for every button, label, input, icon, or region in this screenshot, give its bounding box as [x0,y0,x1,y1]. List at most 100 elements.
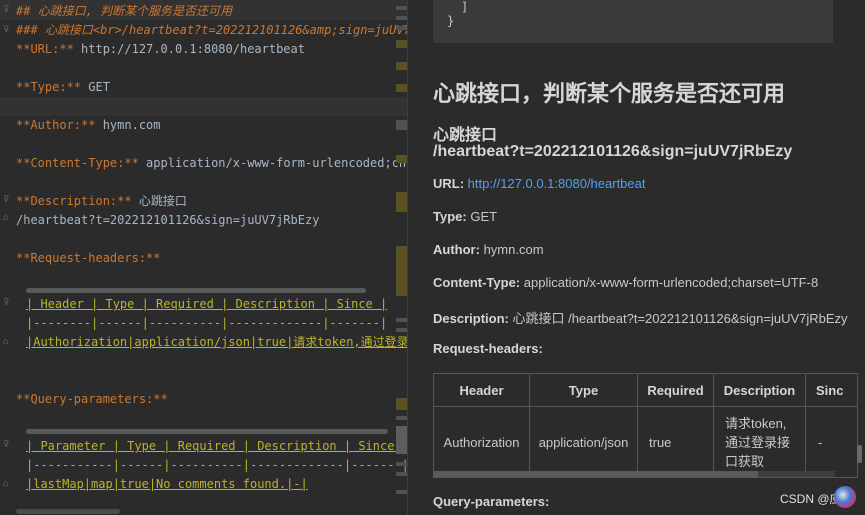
editor-line-query-parameters[interactable]: **Query-parameters:** [16,390,168,408]
type-paragraph: Type: GET [433,209,497,224]
editor-line-type[interactable]: **Type:** GET [16,78,110,96]
preview-subtitle: 心跳接口 /heartbeat?t=202212101126&sign=juUV… [433,128,792,160]
request-headers-paragraph: Request-headers: [433,341,543,356]
author-key: **Author:** [16,118,96,132]
url-key: **URL:** [16,42,74,56]
error-stripe-marker[interactable] [396,16,407,20]
request-headers-label: Request-headers: [433,341,543,356]
scrollbar-thumb[interactable] [433,471,758,477]
table-scrollbar[interactable] [26,288,366,293]
fold-icon[interactable]: ⊽ [3,196,12,205]
error-stripe-marker[interactable] [396,426,407,454]
editor-table-header[interactable]: | Header | Type | Required | Description… [26,295,387,313]
error-stripe-marker[interactable] [396,6,407,10]
fold-icon[interactable]: ⌂ [3,214,12,223]
editor-line-description[interactable]: **Description:** 心跳接口 [16,192,187,210]
markdown-editor[interactable]: ⊽ ⊽ ⊽ ⌂ ⊽ ⌂ ⊽ ⌂ ## 心跳接口, 判断某个服务是否还可用 ###… [0,0,407,515]
error-stripe-marker[interactable] [396,462,407,466]
table-header-cell: Sinc [805,373,858,407]
table-header-cell: Header [433,373,530,407]
table-cell: Authorization [433,406,530,478]
cell-line: 口获取 [725,453,765,469]
preview-vertical-scrollbar[interactable] [857,445,862,463]
md-marker: ## [16,4,38,18]
editor-line-description-cont[interactable]: /heartbeat?t=202212101126&sign=juUV7jRbE… [16,211,319,229]
description-continued: /heartbeat?t=202212101126&sign=juUV7jRbE… [16,213,320,227]
error-stripe-marker[interactable] [396,490,407,494]
editor-line-content-type[interactable]: **Content-Type:** application/x-www-form… [16,154,407,172]
content-type-label: Content-Type: [433,275,521,290]
editor-line-request-headers[interactable]: **Request-headers:** [16,249,161,267]
assistant-avatar-icon[interactable] [834,486,856,508]
editor-line-heading[interactable]: ## 心跳接口, 判断某个服务是否还可用 [16,2,232,20]
error-stripe-marker[interactable] [396,26,407,30]
author-label: Author: [433,242,480,257]
error-stripe-marker[interactable] [396,120,407,130]
error-stripe-marker[interactable] [396,155,407,163]
editor-table-row[interactable]: |Authorization|application/json|true|请求t… [26,333,407,351]
fold-icon[interactable]: ⌂ [3,480,12,489]
subtitle-line: 心跳接口 [433,127,498,144]
author-value: hymn.com [483,242,544,257]
editor-table-separator[interactable]: |-----------|------|----------|---------… [26,456,407,474]
table-cell: application/json [529,406,638,478]
description-value: 心跳接口 [131,194,187,208]
table-header-cell: Type [529,373,638,407]
type-value: GET [81,80,110,94]
table-header-cell: Description [713,373,806,407]
url-label: URL: [433,176,465,191]
author-paragraph: Author: hymn.com [433,242,544,257]
fold-icon[interactable]: ⊽ [3,441,12,450]
content-type-value: application/x-www-form-urlencoded;chars [138,156,407,170]
table-row: Authorization application/json true 请求to… [433,406,858,478]
error-stripe-marker[interactable] [396,472,407,476]
error-stripe-marker[interactable] [396,84,407,92]
fold-icon[interactable]: ⊽ [3,299,12,308]
editor-table-separator[interactable]: |--------|------|----------|------------… [26,314,387,332]
description-label: Description: [433,311,509,326]
error-stripe-marker[interactable] [396,416,407,420]
code-line: } [447,14,455,28]
fold-icon[interactable]: ⊽ [3,6,12,15]
preview-title: 心跳接口，判断某个服务是否还可用 [433,81,786,106]
editor-table-row[interactable]: |lastMap|map|true|No comments found.|-| [26,475,308,493]
editor-line-url[interactable]: **URL:** http://127.0.0.1:8080/heartbeat [16,40,305,58]
editor-line-author[interactable]: **Author:** hymn.com [16,116,161,134]
table-cell-description: 请求token, 通过登录接 口获取 [713,406,806,478]
table-cell: true [637,406,714,478]
fold-icon[interactable]: ⌂ [3,338,12,347]
error-stripe-marker[interactable] [396,246,407,296]
author-value: hymn.com [95,118,161,132]
error-stripe-marker[interactable] [396,62,407,70]
subtitle-line: /heartbeat?t=202212101126&sign=juUV7jRbE… [433,143,793,160]
type-label: Type: [433,209,467,224]
content-type-key: **Content-Type:** [16,156,139,170]
query-parameters-paragraph: Query-parameters: [433,494,549,509]
error-stripe-marker[interactable] [396,192,407,212]
error-stripe-marker[interactable] [396,398,407,410]
fold-icon[interactable]: ⊽ [3,26,12,35]
url-paragraph: URL: http://127.0.0.1:8080/heartbeat [433,176,645,191]
error-stripe-marker[interactable] [396,318,407,322]
code-line: ] [461,0,469,14]
current-line-highlight [0,97,407,116]
type-value: GET [470,209,498,224]
editor-horizontal-scrollbar[interactable] [16,509,120,514]
type-key: **Type:** [16,80,82,94]
content-type-value: application/x-www-form-urlencoded;charse… [523,275,819,290]
description-paragraph: Description: 心跳接口 /heartbeat?t=202212101… [433,308,848,327]
editor-line-subheading[interactable]: ### 心跳接口<br>/heartbeat?t=202212101126&am… [16,21,407,39]
heading-text: 心跳接口, 判断某个服务是否还可用 [37,4,233,18]
markdown-preview[interactable]: ] } 心跳接口，判断某个服务是否还可用 心跳接口 /heartbeat?t=2… [408,0,865,515]
url-link[interactable]: http://127.0.0.1:8080/heartbeat [468,176,646,191]
error-stripe-marker[interactable] [396,328,407,332]
table-scrollbar[interactable] [26,429,388,434]
cell-line: 通过登录接 [725,434,791,450]
table-horizontal-scrollbar[interactable] [433,471,835,477]
md-marker: ### [16,23,45,37]
error-stripe-marker[interactable] [396,40,407,48]
editor-table-header[interactable]: | Parameter | Type | Required | Descript… [26,437,407,455]
query-parameters-label: Query-parameters: [433,494,550,509]
description-key: **Description:** [16,194,132,208]
subheading-text: 心跳接口<br>/heartbeat?t=202212101126&amp;si… [44,23,407,37]
